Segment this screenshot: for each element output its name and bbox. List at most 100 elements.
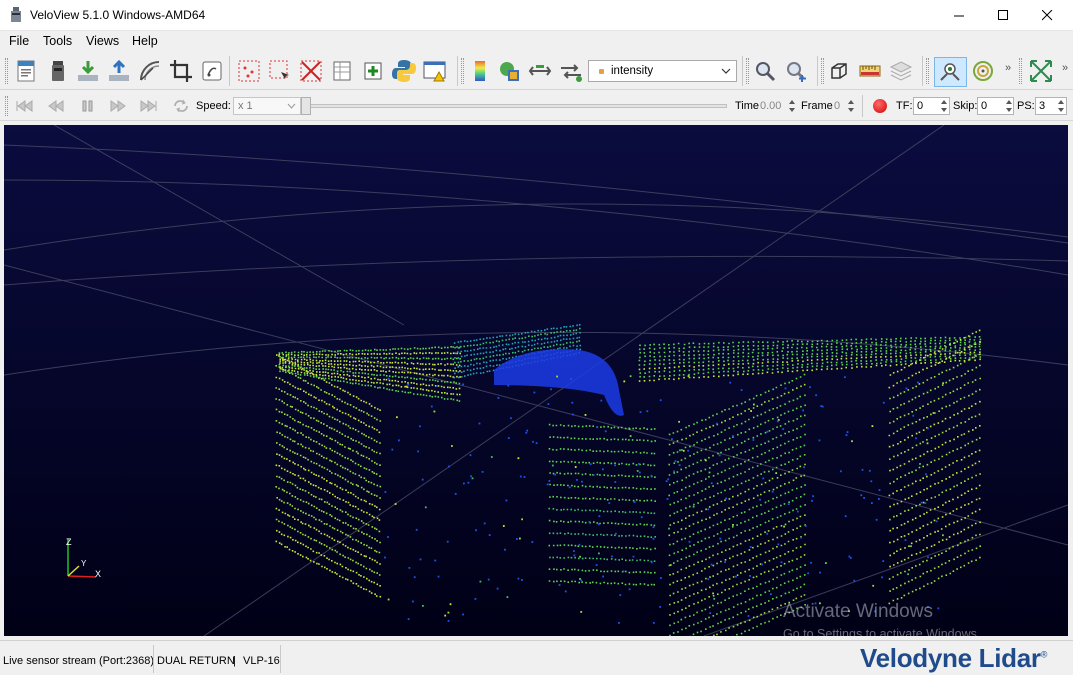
error-console-icon[interactable] [422,58,448,84]
time-value[interactable]: 0.00 [760,100,781,112]
velodyne-lidar-logo: Velodyne Lidar® [860,643,1047,674]
maximize-icon [997,10,1008,20]
axis-y-label: Y [81,559,87,568]
toolbar-separator [229,56,230,86]
crop-icon[interactable] [168,58,194,84]
select-dual-icon[interactable] [267,58,293,84]
circle-grid-icon[interactable] [970,58,996,84]
color-by-select[interactable]: intensity [588,60,737,82]
menu-tools[interactable]: Tools [43,34,72,48]
fit-view-icon[interactable] [1028,58,1054,84]
main-toolbar: intensity » » [0,52,1073,90]
menu-file[interactable]: File [9,34,29,48]
title-bar: VeloView 5.1.0 Windows-AMD64 [0,0,1073,31]
chevron-down-icon [287,103,296,109]
save-lidar-icon[interactable] [106,58,132,84]
status-bar: Live sensor stream (Port:2368) DUAL RETU… [0,640,1073,675]
time-label: Time [735,100,760,112]
timeline-slider-handle[interactable] [301,97,311,115]
status-separator [153,645,154,673]
skip-label: Skip: [953,100,978,112]
center-camera-icon [940,63,960,81]
frame-spin-icon[interactable] [846,97,856,115]
sensor-model-status: VLP-16 [243,655,280,667]
axis-z-label: Z [66,537,72,547]
measure-icon[interactable] [857,58,883,84]
toolbar-grip[interactable] [5,96,8,116]
point-data-icon [599,69,604,74]
toolbar-separator [862,95,863,117]
toolbar-separator [742,56,743,86]
sensor-stream-icon[interactable] [45,58,71,84]
toolbar-separator [817,56,818,86]
brand-name: Velodyne Lidar [860,643,1041,673]
speed-value: x 1 [238,100,253,112]
menu-views[interactable]: Views [86,34,119,48]
timeline-slider[interactable] [305,104,727,108]
render-view[interactable]: Z Y X Activate Windows Go to Settings to… [4,125,1068,636]
return-switch-icon[interactable] [527,58,553,84]
close-icon [1041,10,1052,21]
chevron-right-icon[interactable]: » [1062,62,1068,74]
record-button[interactable] [873,99,887,113]
spreadsheet-icon[interactable] [329,58,355,84]
toolbar-grip[interactable] [926,58,929,84]
color-legend-icon[interactable] [467,58,493,84]
chevron-right-icon[interactable]: » [1005,62,1011,74]
toolbar-grip[interactable] [461,58,464,84]
previous-frame-icon[interactable] [46,98,66,114]
dual-return-icon[interactable] [558,58,584,84]
first-frame-icon[interactable] [14,98,34,114]
add-data-icon[interactable] [360,58,386,84]
toolbar-separator [457,56,458,86]
reset-camera-icon[interactable] [826,58,852,84]
frame-value[interactable]: 0 [834,100,840,112]
speed-select[interactable]: x 1 [233,97,301,115]
toolbar-grip[interactable] [1019,58,1022,84]
time-spin-icon[interactable] [787,97,797,115]
activate-windows-subtitle: Go to Settings to activate Windows. [783,627,981,636]
spreadsheet-arc-icon[interactable] [137,58,163,84]
toolbar-grip[interactable] [746,58,749,84]
last-frame-icon[interactable] [139,98,159,114]
skip-spin-icon[interactable] [1004,97,1014,115]
layers-icon[interactable] [888,58,914,84]
zoom-select-icon[interactable] [783,58,809,84]
return-mode-status: DUAL RETURN [157,655,235,667]
menu-bar: File Tools Views Help [0,31,1073,52]
stream-status: Live sensor stream (Port:2368) [3,655,155,667]
save-csv-icon[interactable] [75,58,101,84]
status-pipe: | [233,655,236,667]
open-pcap-icon[interactable] [13,58,39,84]
minimize-icon [953,15,964,17]
touch-source-icon[interactable] [199,58,225,84]
maximize-button[interactable] [980,0,1026,31]
minimize-button[interactable] [936,0,982,31]
activate-windows-title: Activate Windows [783,601,933,622]
toolbar-grip[interactable] [821,58,824,84]
next-frame-icon[interactable] [108,98,128,114]
ps-label: PS: [1017,100,1035,112]
toolbar-separator [922,56,923,86]
toolbar-grip[interactable] [5,58,8,84]
pause-icon[interactable] [78,98,98,114]
close-button[interactable] [1024,0,1070,31]
select-points-icon[interactable] [236,58,262,84]
ps-spin-icon[interactable] [1056,97,1066,115]
point-cloud-scene[interactable]: Z Y X [4,125,1068,636]
window-title: VeloView 5.1.0 Windows-AMD64 [30,8,206,22]
loop-icon[interactable] [171,98,191,114]
zoom-icon[interactable] [752,58,778,84]
clear-selection-icon[interactable] [298,58,324,84]
brand-registered-mark: ® [1040,649,1048,660]
frame-label: Frame [801,100,833,112]
menu-help[interactable]: Help [132,34,158,48]
chevron-down-icon [721,68,731,74]
python-icon[interactable] [391,58,417,84]
status-separator [280,645,281,673]
veloview-app-icon [11,7,21,22]
tf-spin-icon[interactable] [939,97,949,115]
color-map-icon[interactable] [496,58,522,84]
axis-x-label: X [95,569,101,579]
tf-label: TF: [896,100,913,112]
